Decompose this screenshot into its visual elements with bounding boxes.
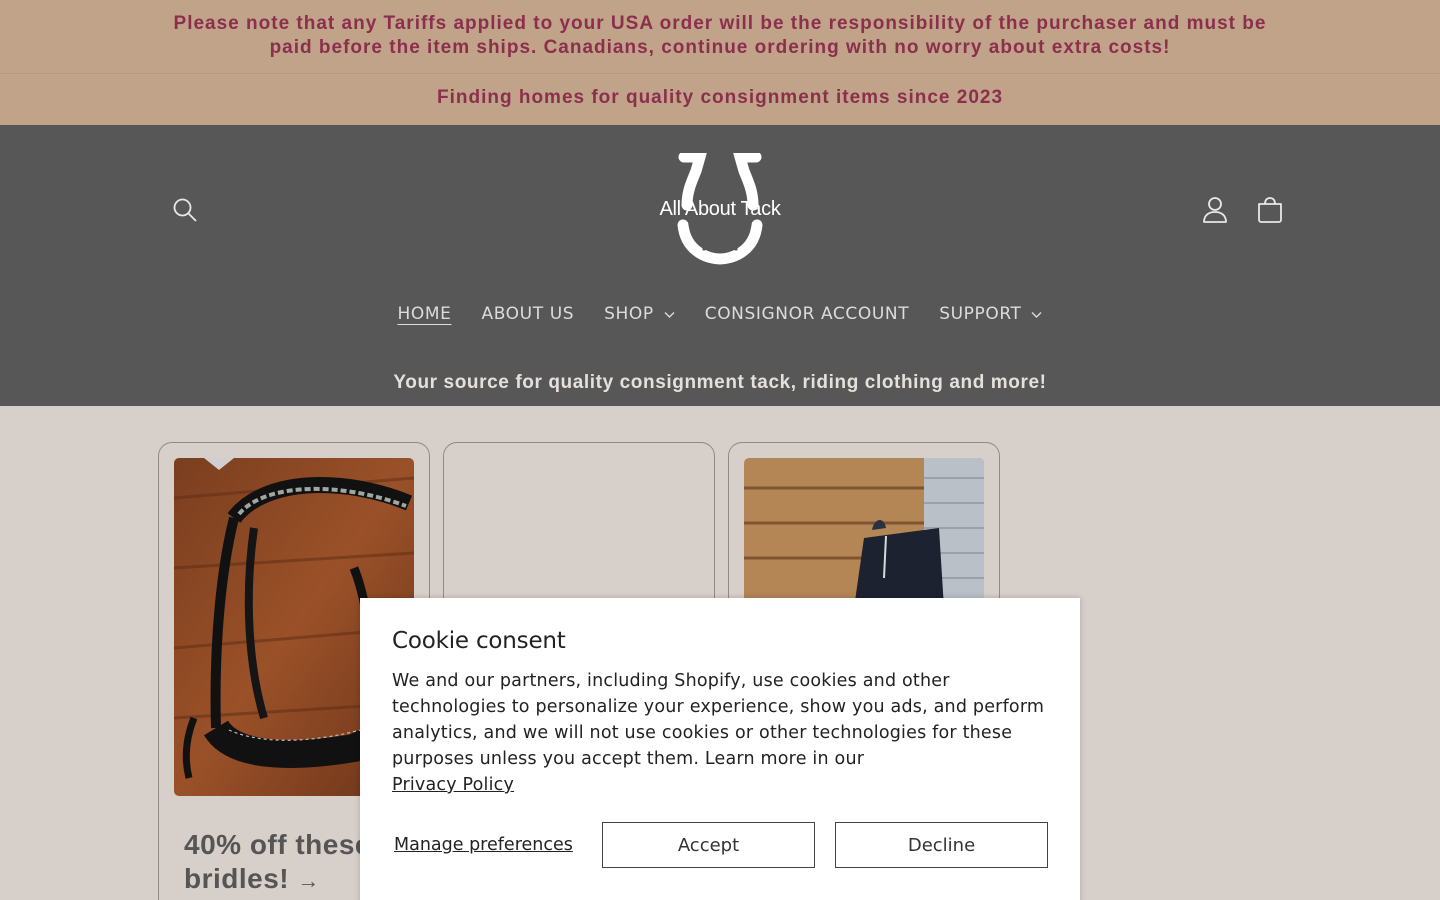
- cart-button[interactable]: [1248, 188, 1292, 232]
- cookie-title: Cookie consent: [392, 628, 566, 654]
- search-icon: [173, 198, 197, 222]
- header-tagline: Your source for quality consignment tack…: [393, 372, 1047, 393]
- card-title-line-1: 40% off these: [184, 829, 371, 860]
- card-title-line-2: bridles!: [184, 863, 290, 894]
- since-announcement: Finding homes for quality consignment it…: [0, 74, 1440, 125]
- since-announcement-text: Finding homes for quality consignment it…: [436, 87, 1004, 108]
- site-header: All About Tack HOME ABOUT US SHOP CONSIG…: [0, 125, 1440, 406]
- nav-item-shop[interactable]: SHOP: [589, 300, 690, 328]
- cookie-actions: Manage preferences Accept Decline: [392, 822, 1048, 868]
- tariff-announcement-text: Please note that any Tariffs applied to …: [173, 13, 1267, 58]
- nav-label: SHOP: [604, 304, 654, 324]
- privacy-policy-link[interactable]: Privacy Policy: [392, 775, 514, 795]
- chevron-down-icon: [1031, 311, 1042, 318]
- nav-label: HOME: [397, 304, 452, 324]
- nav-label: ABOUT US: [481, 304, 575, 324]
- tariff-announcement: Please note that any Tariffs applied to …: [0, 0, 1440, 74]
- nav-item-consignor-account[interactable]: CONSIGNOR ACCOUNT: [690, 300, 924, 328]
- nav-item-home[interactable]: HOME: [383, 300, 467, 328]
- card-title: 40% off these bridles! →: [184, 828, 371, 898]
- account-button[interactable]: [1193, 188, 1237, 232]
- logo-text: All About Tack: [659, 198, 781, 220]
- cookie-consent-dialog: Cookie consent We and our partners, incl…: [360, 598, 1080, 900]
- accept-button[interactable]: Accept: [602, 822, 815, 868]
- chevron-down-icon: [664, 311, 675, 318]
- nav-label: CONSIGNOR ACCOUNT: [704, 304, 910, 324]
- user-icon: [1203, 197, 1227, 223]
- main-navigation: HOME ABOUT US SHOP CONSIGNOR ACCOUNT SUP…: [0, 300, 1440, 328]
- cookie-body: We and our partners, including Shopify, …: [392, 668, 1048, 798]
- cookie-body-text: We and our partners, including Shopify, …: [392, 671, 1045, 769]
- decline-button[interactable]: Decline: [835, 822, 1048, 868]
- manage-preferences-button[interactable]: Manage preferences: [392, 835, 602, 855]
- nav-item-support[interactable]: SUPPORT: [924, 300, 1057, 328]
- site-logo[interactable]: All About Tack: [640, 153, 800, 265]
- nav-label: SUPPORT: [939, 304, 1022, 324]
- search-button[interactable]: [163, 188, 207, 232]
- nav-item-about-us[interactable]: ABOUT US: [466, 300, 589, 328]
- cart-icon: [1258, 197, 1282, 223]
- arrow-right-icon: →: [297, 868, 320, 893]
